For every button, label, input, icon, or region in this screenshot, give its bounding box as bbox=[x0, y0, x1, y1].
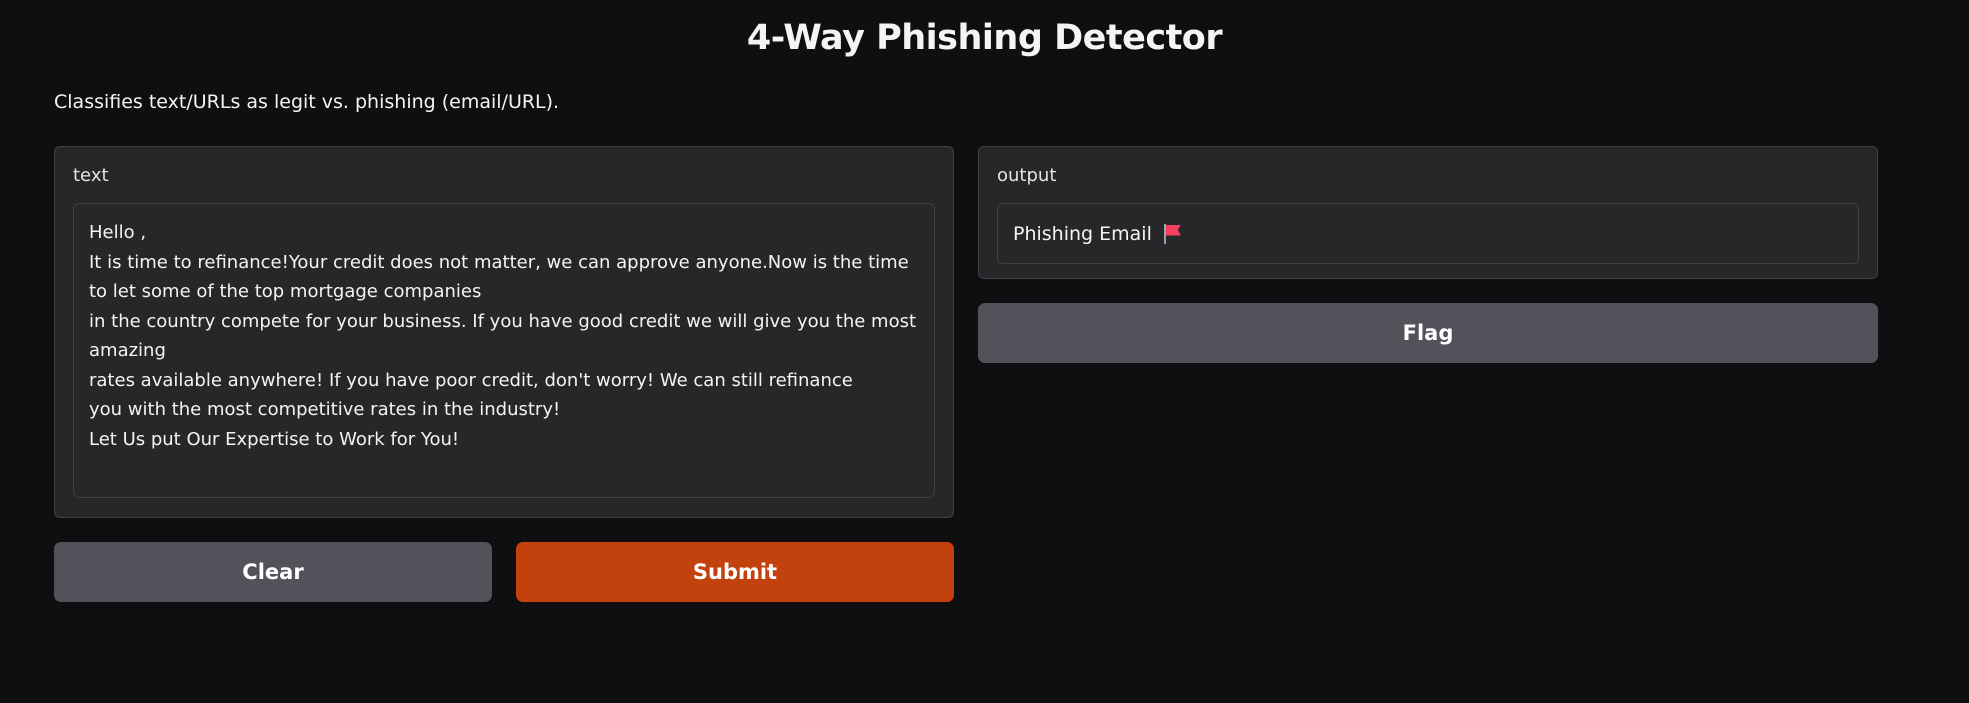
output-label: output bbox=[997, 165, 1057, 186]
red-flag-icon bbox=[1162, 223, 1182, 245]
text-input-field[interactable]: Hello , It is time to refinance!Your cre… bbox=[73, 203, 935, 498]
flag-button[interactable]: Flag bbox=[978, 303, 1878, 363]
submit-button[interactable]: Submit bbox=[516, 542, 954, 602]
input-column: text Hello , It is time to refinance!You… bbox=[54, 146, 954, 602]
output-panel: output Phishing Email bbox=[978, 146, 1878, 279]
app-page: 4-Way Phishing Detector Classifies text/… bbox=[0, 0, 1969, 703]
page-title: 4-Way Phishing Detector bbox=[746, 18, 1223, 58]
output-value: Phishing Email bbox=[1013, 222, 1152, 245]
text-input-panel: text Hello , It is time to refinance!You… bbox=[54, 146, 954, 518]
clear-button[interactable]: Clear bbox=[54, 542, 492, 602]
text-input-label: text bbox=[73, 165, 109, 186]
main-columns: text Hello , It is time to refinance!You… bbox=[54, 146, 1878, 602]
input-button-row: Clear Submit bbox=[54, 542, 954, 602]
output-column: output Phishing Email Flag bbox=[978, 146, 1878, 602]
output-field[interactable]: Phishing Email bbox=[997, 203, 1859, 264]
page-description: Classifies text/URLs as legit vs. phishi… bbox=[54, 91, 560, 113]
